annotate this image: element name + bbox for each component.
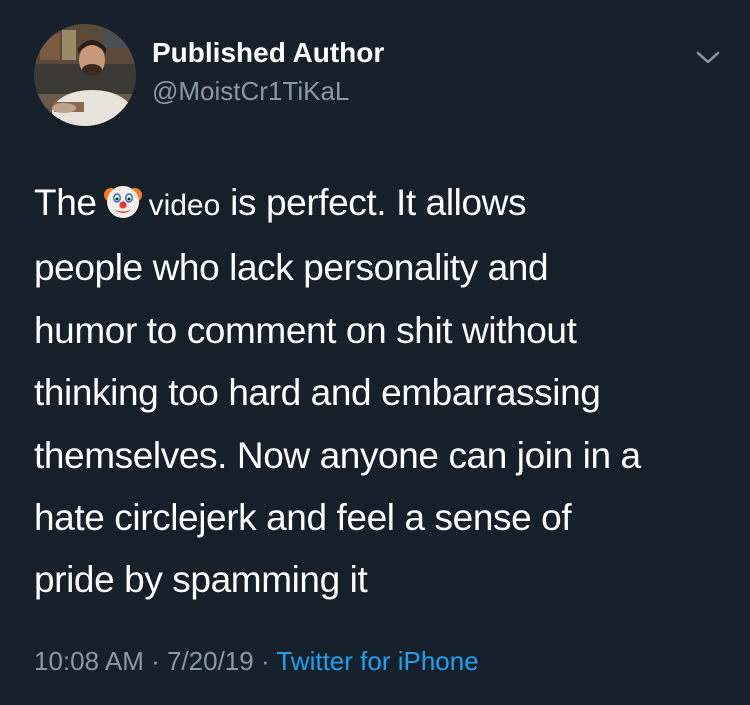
chevron-down-icon[interactable] [694, 48, 722, 68]
avatar-photo [34, 24, 136, 126]
tweet-line-1-rest: is perfect. It allows [230, 182, 527, 223]
author-display-name[interactable]: Published Author [152, 37, 384, 69]
tweet-text: The video is perfect. It allows people w… [34, 172, 724, 612]
tweet-word-video: video [148, 189, 221, 222]
tweet-date[interactable]: 7/20/19 [167, 646, 254, 676]
tweet-line-3: humor to comment on shit without [34, 309, 577, 351]
tweet-line-1: The video is perfect. It allows [34, 172, 724, 237]
meta-separator: · [253, 646, 277, 676]
tweet-line-2: people who lack personality and [34, 247, 549, 289]
tweet-line-6: hate circlejerk and feel a sense of [34, 497, 572, 539]
tweet-source-link[interactable]: Twitter for iPhone [276, 646, 478, 676]
tweet-line-5: themselves. Now anyone can join in a [34, 434, 641, 476]
tweet-word-the: The [34, 182, 97, 223]
tweet-line-7: pride by spamming it [34, 559, 368, 601]
clown-face-icon [103, 181, 143, 221]
tweet-meta: 10:08 AM · 7/20/19 · Twitter for iPhone [34, 646, 479, 677]
author-handle[interactable]: @MoistCr1TiKaL [152, 76, 349, 107]
tweet-time[interactable]: 10:08 AM [34, 646, 144, 676]
avatar[interactable] [34, 24, 136, 126]
meta-separator: · [143, 646, 167, 676]
tweet-card: Published Author @MoistCr1TiKaL The vide… [0, 0, 750, 705]
tweet-line-4: thinking too hard and embarrassing [34, 372, 601, 414]
